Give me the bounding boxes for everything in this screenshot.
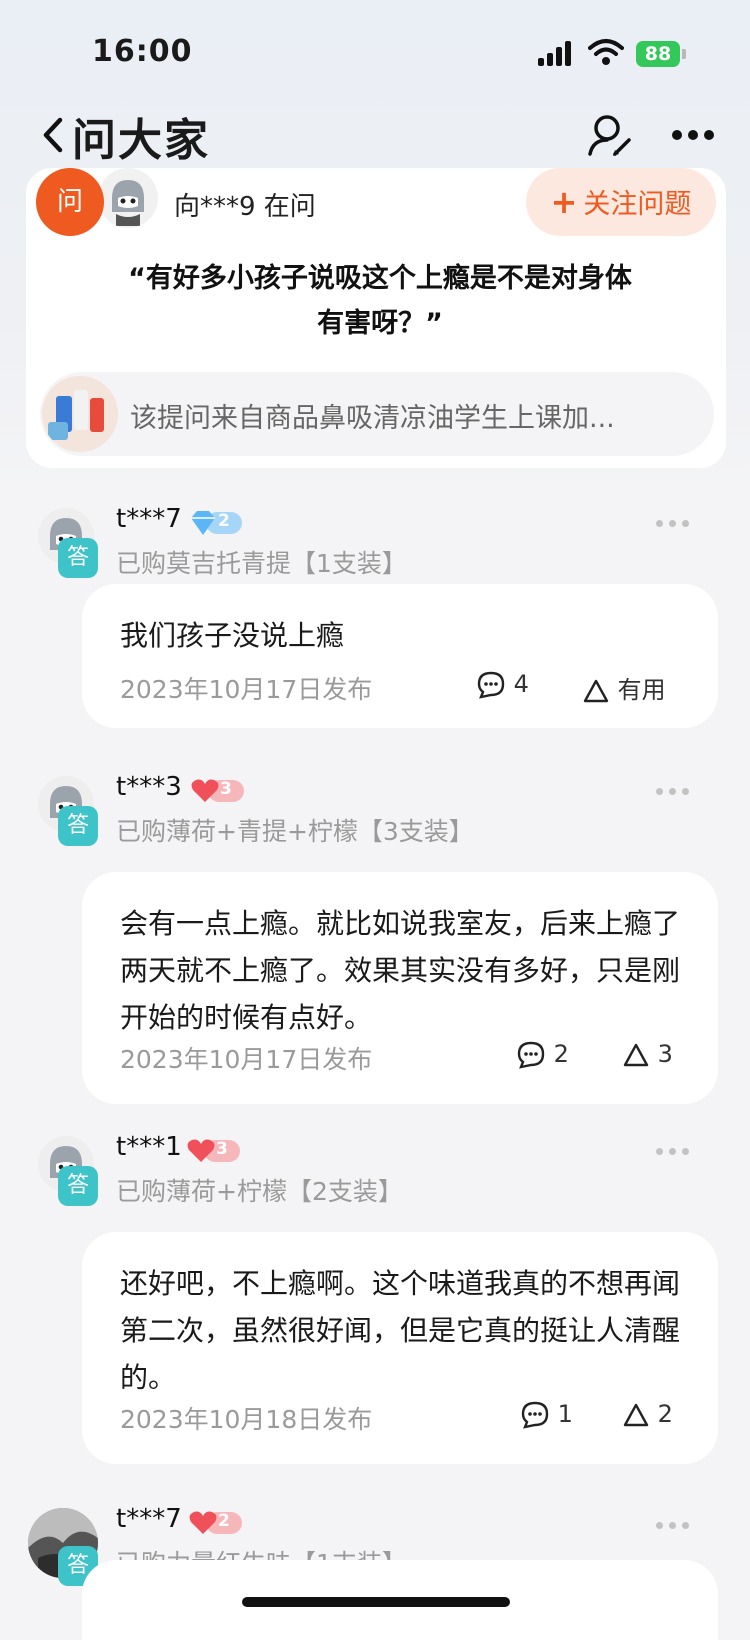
level-number: 2 (218, 511, 230, 531)
level-number: 2 (218, 1511, 230, 1531)
asker-avatar (98, 168, 158, 228)
thumb-up-triangle-icon (583, 679, 609, 703)
answer-item: 答 t***1 3 已购薄荷+柠檬【2支装】 还好吧，不上瘾啊。这个味道我真的不… (0, 1124, 750, 1474)
question-badge: 问 (36, 168, 104, 236)
answer-username: t***3 (116, 772, 182, 802)
answer-date: 2023年10月17日发布 (120, 675, 373, 704)
answer-date: 2023年10月17日发布 (120, 1045, 373, 1074)
comment-count: 4 (513, 670, 529, 698)
heart-icon (189, 1511, 217, 1534)
useful-button[interactable]: 3 (622, 1040, 673, 1068)
answer-card: 会有一点上瘾。就比如说我室友，后来上瘾了两天就不上瘾了。效果其实没有多好，只是刚… (82, 872, 718, 1104)
answer-more-icon[interactable] (656, 520, 690, 528)
heart-icon (187, 1139, 215, 1162)
comment-button[interactable]: 1 (520, 1400, 573, 1430)
answer-text: 我们孩子没说上瘾 (120, 619, 345, 652)
answer-text: 还好吧，不上瘾啊。这个味道我真的不想再闻第二次，虽然很好闻，但是它真的挺让人清醒… (120, 1267, 681, 1394)
answer-badge: 答 (58, 806, 98, 846)
answer-username: t***7 (116, 504, 182, 534)
answer-badge: 答 (58, 1166, 98, 1206)
cellular-signal-icon (538, 40, 578, 66)
heart-icon (191, 779, 219, 802)
more-menu-button[interactable] (668, 124, 718, 144)
level-badge: 3 (186, 1138, 242, 1164)
back-button[interactable] (34, 110, 74, 160)
comment-button[interactable]: 4 (476, 670, 529, 700)
product-source-text: 该提问来自商品鼻吸清凉油学生上课加... (130, 403, 615, 434)
battery-level: 88 (636, 41, 680, 67)
thumb-up-triangle-icon (623, 1403, 649, 1427)
useful-count: 3 (657, 1040, 673, 1068)
level-number: 3 (216, 1139, 228, 1159)
comment-count: 1 (557, 1400, 573, 1428)
product-thumbnail (42, 376, 118, 452)
purchase-info: 已购莫吉托青提【1支装】 (116, 549, 407, 578)
asker-name: 向***9 在问 (174, 192, 316, 222)
useful-button[interactable]: 2 (622, 1400, 673, 1428)
thumb-up-triangle-icon (623, 1043, 649, 1067)
purchase-info: 已购薄荷+青提+柠檬【3支装】 (116, 817, 474, 846)
user-search-icon[interactable] (585, 110, 635, 160)
answer-card: 我们孩子没说上瘾 2023年10月17日发布 4 有用 (82, 584, 718, 728)
purchase-info: 已购薄荷+柠檬【2支装】 (116, 1177, 403, 1206)
useful-button[interactable]: 有用 (582, 670, 666, 705)
comment-icon (521, 1401, 549, 1429)
home-indicator[interactable] (242, 1597, 510, 1607)
page-title: 问大家 (72, 115, 210, 166)
comment-count: 2 (553, 1040, 569, 1068)
comment-icon (477, 671, 505, 699)
battery-tip (682, 49, 686, 59)
answer-more-icon[interactable] (656, 1522, 690, 1530)
answer-card: 还好吧，不上瘾啊。这个味道我真的不想再闻第二次，虽然很好闻，但是它真的挺让人清醒… (82, 1232, 718, 1464)
diamond-icon (191, 511, 215, 535)
answer-item: 答 t***3 3 已购薄荷+青提+柠檬【3支装】 会有一点上瘾。就比如说我室友… (0, 764, 750, 1114)
wifi-icon (588, 39, 624, 65)
answer-item: 答 t***7 2 已购莫吉托青提【1支装】 我们孩子没说上瘾 2023年10月… (0, 496, 750, 736)
comment-button[interactable]: 2 (516, 1040, 569, 1070)
answer-username: t***7 (116, 1504, 182, 1534)
answer-text: 会有一点上瘾。就比如说我室友，后来上瘾了两天就不上瘾了。效果其实没有多好，只是刚… (120, 907, 681, 1034)
useful-count: 2 (657, 1400, 673, 1428)
level-badge: 2 (188, 510, 244, 536)
level-badge: 3 (190, 778, 246, 804)
answer-more-icon[interactable] (656, 788, 690, 796)
plus-icon: + (550, 183, 578, 221)
answer-more-icon[interactable] (656, 1148, 690, 1156)
follow-label: 关注问题 (583, 189, 692, 220)
level-badge: 2 (188, 1510, 244, 1536)
status-time: 16:00 (92, 34, 193, 69)
level-number: 3 (220, 779, 232, 799)
answer-username: t***1 (116, 1132, 182, 1162)
question-text: “有好多小孩子说吸这个上瘾是不是对身体有害呀？” (128, 263, 632, 339)
answer-date: 2023年10月18日发布 (120, 1405, 373, 1434)
answer-badge: 答 (58, 538, 98, 578)
comment-icon (517, 1041, 545, 1069)
follow-question-button[interactable]: + 关注问题 (526, 168, 716, 236)
useful-label: 有用 (617, 676, 666, 704)
